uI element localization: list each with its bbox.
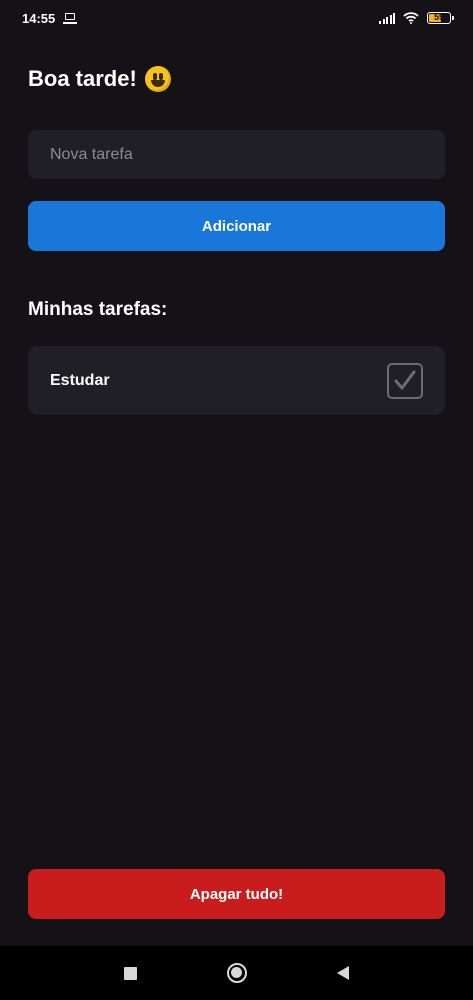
greeting-text: Boa tarde! (28, 66, 137, 91)
section-title: Minhas tarefas: (28, 299, 168, 320)
task-checkbox[interactable] (387, 362, 423, 399)
smiley-icon (144, 66, 171, 92)
add-button[interactable]: Adicionar (28, 201, 445, 251)
battery-icon: 59 (427, 12, 454, 24)
status-left: 14:55 (22, 10, 78, 26)
new-task-input[interactable] (28, 130, 445, 179)
list-item[interactable]: Estudar (28, 346, 445, 415)
add-button-label: Adicionar (201, 217, 272, 235)
nav-bar (0, 946, 473, 1000)
app-screen: 14:55 59 Boa tarde! Nova tarefa Adiciona… (0, 0, 473, 1000)
laptop-icon (63, 12, 78, 24)
task-list: Estudar (28, 346, 445, 427)
page-title: Boa tarde! (28, 66, 171, 92)
recents-button[interactable] (117, 959, 145, 987)
home-button[interactable] (223, 959, 251, 987)
status-bar: 14:55 59 (0, 0, 473, 36)
signal-icon (379, 12, 395, 24)
wifi-icon (403, 12, 419, 24)
clear-all-button[interactable]: Apagar tudo! (28, 869, 445, 919)
back-button[interactable] (329, 959, 357, 987)
clear-all-button-label: Apagar tudo! (189, 885, 284, 903)
battery-level: 59 (433, 12, 444, 22)
status-right: 59 (379, 12, 454, 24)
task-label: Estudar (50, 371, 110, 389)
circle-icon (226, 963, 247, 983)
square-icon (124, 966, 137, 980)
check-icon (393, 370, 417, 392)
status-time: 14:55 (22, 10, 56, 26)
back-icon (336, 966, 349, 980)
